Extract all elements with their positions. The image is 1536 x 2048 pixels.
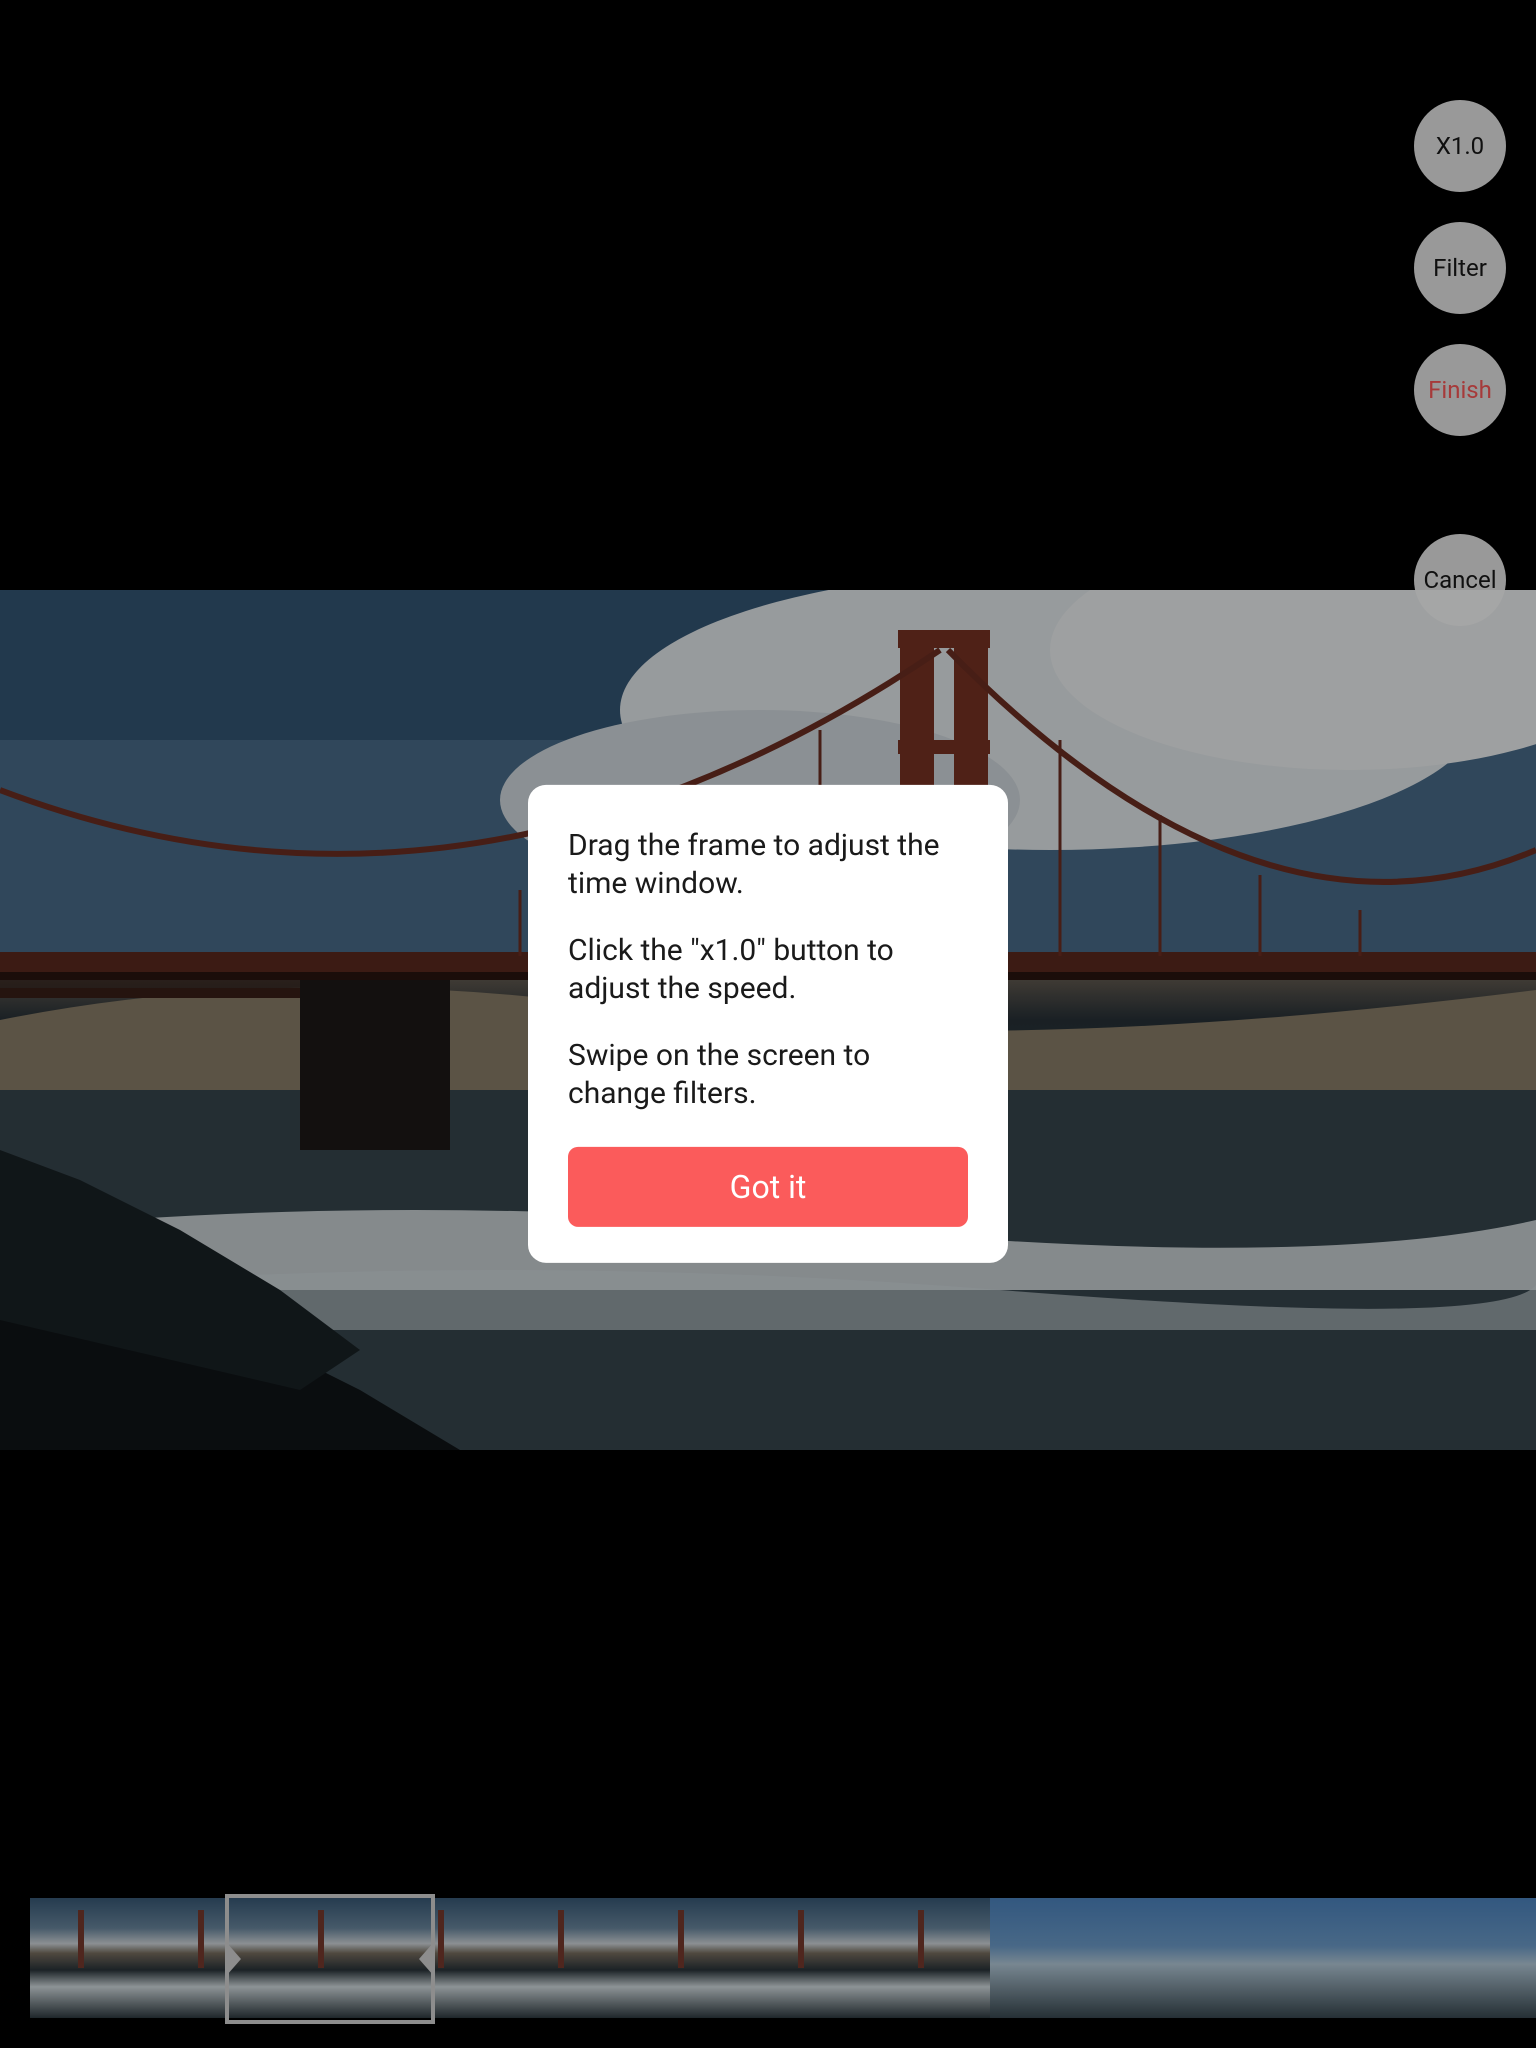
modal-text-line2: Click the "x1.0" button to adjust the sp… bbox=[568, 932, 968, 1009]
modal-text-line3: Swipe on the screen to change filters. bbox=[568, 1036, 968, 1113]
onboarding-modal: Drag the frame to adjust the time window… bbox=[528, 785, 1008, 1263]
got-it-button[interactable]: Got it bbox=[568, 1147, 968, 1227]
modal-text-line1: Drag the frame to adjust the time window… bbox=[568, 827, 968, 904]
